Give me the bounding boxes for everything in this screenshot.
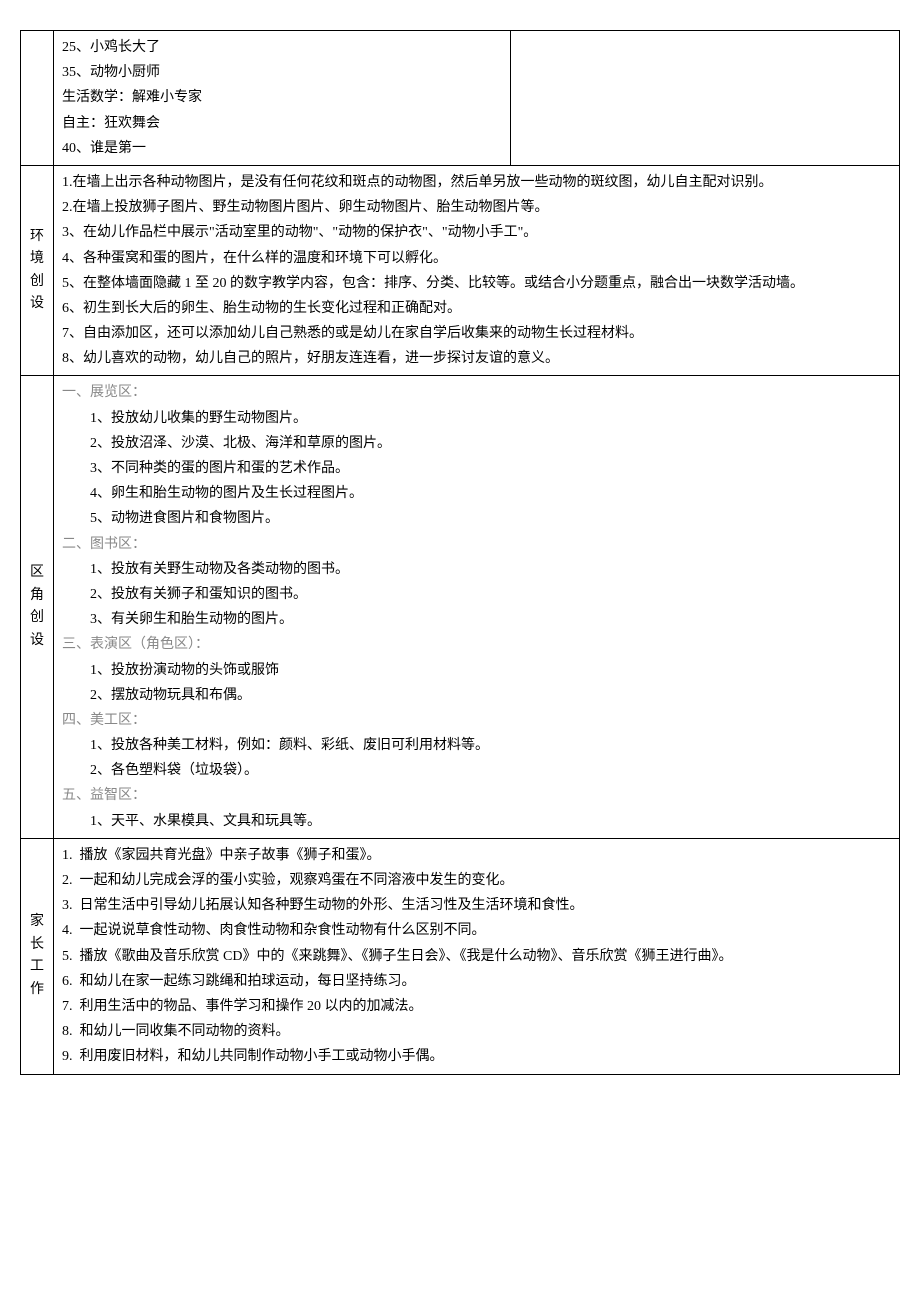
env-label: 环境创设	[21, 165, 54, 376]
label-char: 环	[23, 226, 51, 248]
list-item: 6. 和幼儿在家一起练习跳绳和拍球运动，每日坚持练习。	[62, 969, 891, 994]
row-top-right	[510, 31, 900, 166]
parents-label: 家长工作	[21, 838, 54, 1074]
line: 40、谁是第一	[62, 136, 502, 161]
list-item: 7. 利用生活中的物品、事件学习和操作 20 以内的加减法。	[62, 994, 891, 1019]
list-item: 3、不同种类的蛋的图片和蛋的艺术作品。	[62, 456, 891, 481]
section-header: 五、益智区：	[62, 783, 891, 808]
row-parents: 家长工作 1. 播放《家园共育光盘》中亲子故事《狮子和蛋》。2. 一起和幼儿完成…	[21, 838, 900, 1074]
row-top-left: 25、小鸡长大了 35、动物小厨师 生活数学：解难小专家 自主：狂欢舞会 40、…	[54, 31, 511, 166]
list-item: 2、投放有关狮子和蛋知识的图书。	[62, 582, 891, 607]
label-char: 境	[23, 248, 51, 270]
label-char: 区	[23, 562, 51, 584]
env-content: 1.在墙上出示各种动物图片，是没有任何花纹和斑点的动物图，然后单另放一些动物的斑…	[54, 165, 900, 376]
label-char: 工	[23, 956, 51, 978]
list-item: 2. 一起和幼儿完成会浮的蛋小实验，观察鸡蛋在不同溶液中发生的变化。	[62, 868, 891, 893]
list-item: 3、有关卵生和胎生动物的图片。	[62, 607, 891, 632]
corners-content: 一、展览区：1、投放幼儿收集的野生动物图片。2、投放沼泽、沙漠、北极、海洋和草原…	[54, 376, 900, 838]
line: 2.在墙上投放狮子图片、野生动物图片图片、卵生动物图片、胎生动物图片等。	[62, 195, 891, 220]
corners-label: 区角创设	[21, 376, 54, 838]
label-char: 创	[23, 271, 51, 293]
label-char: 设	[23, 630, 51, 652]
list-item: 1、天平、水果模具、文具和玩具等。	[62, 809, 891, 834]
section-header: 四、美工区：	[62, 708, 891, 733]
list-item: 2、摆放动物玩具和布偶。	[62, 683, 891, 708]
row-top: 25、小鸡长大了 35、动物小厨师 生活数学：解难小专家 自主：狂欢舞会 40、…	[21, 31, 900, 166]
row-top-label	[21, 31, 54, 166]
line: 25、小鸡长大了	[62, 35, 502, 60]
list-item: 3. 日常生活中引导幼儿拓展认知各种野生动物的外形、生活习性及生活环境和食性。	[62, 893, 891, 918]
lesson-plan-table: 25、小鸡长大了 35、动物小厨师 生活数学：解难小专家 自主：狂欢舞会 40、…	[20, 30, 900, 1075]
label-char: 长	[23, 934, 51, 956]
label-char: 创	[23, 607, 51, 629]
label-char: 角	[23, 585, 51, 607]
parents-content: 1. 播放《家园共育光盘》中亲子故事《狮子和蛋》。2. 一起和幼儿完成会浮的蛋小…	[54, 838, 900, 1074]
line: 5、在整体墙面隐藏 1 至 20 的数字教学内容，包含：排序、分类、比较等。或结…	[62, 271, 891, 296]
line: 自主：狂欢舞会	[62, 111, 502, 136]
list-item: 1、投放有关野生动物及各类动物的图书。	[62, 557, 891, 582]
label-char: 作	[23, 979, 51, 1001]
section-header: 二、图书区：	[62, 532, 891, 557]
list-item: 5. 播放《歌曲及音乐欣赏 CD》中的《来跳舞》、《狮子生日会》、《我是什么动物…	[62, 944, 891, 969]
list-item: 9. 利用废旧材料，和幼儿共同制作动物小手工或动物小手偶。	[62, 1044, 891, 1069]
list-item: 2、投放沼泽、沙漠、北极、海洋和草原的图片。	[62, 431, 891, 456]
row-corners: 区角创设 一、展览区：1、投放幼儿收集的野生动物图片。2、投放沼泽、沙漠、北极、…	[21, 376, 900, 838]
line: 3、在幼儿作品栏中展示"活动室里的动物"、"动物的保护衣"、"动物小手工"。	[62, 220, 891, 245]
line: 4、各种蛋窝和蛋的图片，在什么样的温度和环境下可以孵化。	[62, 246, 891, 271]
line: 6、初生到长大后的卵生、胎生动物的生长变化过程和正确配对。	[62, 296, 891, 321]
label-char: 设	[23, 293, 51, 315]
line: 8、幼儿喜欢的动物，幼儿自己的照片，好朋友连连看，进一步探讨友谊的意义。	[62, 346, 891, 371]
list-item: 4、卵生和胎生动物的图片及生长过程图片。	[62, 481, 891, 506]
list-item: 5、动物进食图片和食物图片。	[62, 506, 891, 531]
line: 生活数学：解难小专家	[62, 85, 502, 110]
line: 1.在墙上出示各种动物图片，是没有任何花纹和斑点的动物图，然后单另放一些动物的斑…	[62, 170, 891, 195]
list-item: 2、各色塑料袋（垃圾袋）。	[62, 758, 891, 783]
list-item: 1. 播放《家园共育光盘》中亲子故事《狮子和蛋》。	[62, 843, 891, 868]
line: 35、动物小厨师	[62, 60, 502, 85]
label-char: 家	[23, 911, 51, 933]
line: 7、自由添加区，还可以添加幼儿自己熟悉的或是幼儿在家自学后收集来的动物生长过程材…	[62, 321, 891, 346]
list-item: 4. 一起说说草食性动物、肉食性动物和杂食性动物有什么区别不同。	[62, 918, 891, 943]
list-item: 1、投放各种美工材料，例如：颜料、彩纸、废旧可利用材料等。	[62, 733, 891, 758]
list-item: 8. 和幼儿一同收集不同动物的资料。	[62, 1019, 891, 1044]
row-environment: 环境创设 1.在墙上出示各种动物图片，是没有任何花纹和斑点的动物图，然后单另放一…	[21, 165, 900, 376]
list-item: 1、投放扮演动物的头饰或服饰	[62, 658, 891, 683]
list-item: 1、投放幼儿收集的野生动物图片。	[62, 406, 891, 431]
section-header: 一、展览区：	[62, 380, 891, 405]
section-header: 三、表演区（角色区）：	[62, 632, 891, 657]
